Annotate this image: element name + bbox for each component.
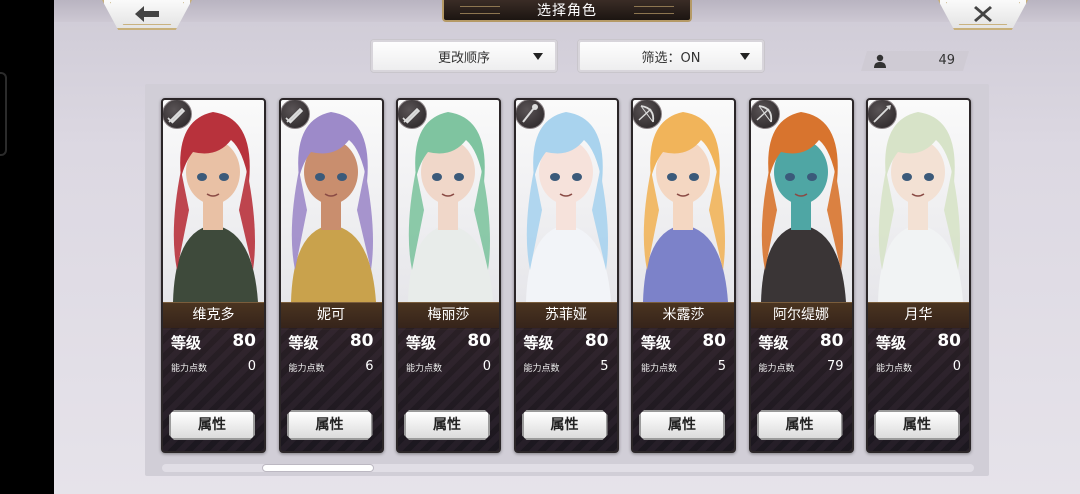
character-card[interactable]: 阿尔缇娜等级 80 能力点数 79 属性 <box>748 98 854 453</box>
character-portrait[interactable] <box>868 100 969 302</box>
scrollbar-thumb[interactable] <box>262 464 374 472</box>
character-count-badge: 49 <box>861 51 969 71</box>
attribute-button[interactable]: 属性 <box>757 410 843 440</box>
character-stats: 等级 80 能力点数 5 属性 <box>515 328 617 451</box>
back-button[interactable] <box>102 0 192 30</box>
ability-points-label: 能力点数 <box>876 364 913 374</box>
character-portrait[interactable] <box>280 100 382 302</box>
attribute-button[interactable]: 属性 <box>522 410 608 440</box>
close-button[interactable] <box>938 0 1028 30</box>
character-stats: 等级 80 能力点数 79 属性 <box>750 328 852 451</box>
ability-points-label: 能力点数 <box>641 364 678 374</box>
person-icon <box>873 54 887 68</box>
side-handle <box>0 72 7 156</box>
bow-icon <box>750 100 780 129</box>
level-label: 等级 <box>876 334 907 352</box>
character-card[interactable]: 苏菲娅等级 80 能力点数 5 属性 <box>513 98 619 453</box>
level-value: 80 <box>937 331 961 351</box>
character-portrait[interactable] <box>633 100 734 302</box>
level-value: 80 <box>349 331 374 351</box>
attribute-button[interactable]: 属性 <box>404 410 490 440</box>
staff-icon <box>515 100 545 129</box>
ability-points-value: 5 <box>600 359 609 374</box>
spear-icon <box>868 100 897 129</box>
horizontal-scrollbar[interactable] <box>162 464 974 472</box>
character-card[interactable]: 妮可等级 80 能力点数 6 属性 <box>278 98 384 453</box>
character-portrait[interactable] <box>398 100 499 302</box>
level-value: 80 <box>702 331 726 351</box>
attribute-button[interactable]: 属性 <box>169 410 255 440</box>
device-left-bezel <box>0 0 54 494</box>
level-value: 80 <box>819 331 844 351</box>
ability-points-value: 0 <box>482 359 491 374</box>
sword-icon <box>163 100 192 129</box>
level-label: 等级 <box>641 334 672 352</box>
character-portrait[interactable] <box>515 100 617 302</box>
level-label: 等级 <box>758 334 789 352</box>
character-card[interactable]: 梅丽莎等级 80 能力点数 0 属性 <box>396 98 501 453</box>
character-name: 梅丽莎 <box>398 302 499 330</box>
bow-icon <box>633 100 662 129</box>
close-x-icon <box>974 6 992 22</box>
character-stats: 等级 80 能力点数 5 属性 <box>633 328 734 451</box>
character-stats: 等级 80 能力点数 0 属性 <box>868 328 969 451</box>
ability-points-value: 79 <box>826 359 844 374</box>
level-label: 等级 <box>523 334 554 352</box>
character-name: 维克多 <box>163 302 264 330</box>
character-name: 妮可 <box>280 302 382 330</box>
sort-dropdown[interactable]: 更改顺序 <box>370 39 558 73</box>
attribute-button[interactable]: 属性 <box>639 410 725 440</box>
level-label: 等级 <box>288 334 319 352</box>
ability-points-value: 0 <box>247 359 256 374</box>
sort-dropdown-label: 更改顺序 <box>437 50 490 66</box>
level-value: 80 <box>232 331 256 351</box>
character-select-screen: 选择角色 更改顺序 筛选：ON 49 维克多等级 80 能力点数 0 属性 妮可等级 80 能… <box>54 0 1080 494</box>
attribute-button[interactable]: 属性 <box>287 410 373 440</box>
ability-points-label: 能力点数 <box>523 364 560 374</box>
character-count: 49 <box>938 53 955 68</box>
character-card[interactable]: 月华等级 80 能力点数 0 属性 <box>866 98 971 453</box>
character-stats: 等级 80 能力点数 0 属性 <box>398 328 499 451</box>
ability-points-label: 能力点数 <box>406 364 443 374</box>
filter-dropdown[interactable]: 筛选：ON <box>577 39 765 73</box>
character-name: 苏菲娅 <box>515 302 617 330</box>
level-label: 等级 <box>406 334 437 352</box>
character-name: 月华 <box>868 302 969 330</box>
level-value: 80 <box>467 331 491 351</box>
character-stats: 等级 80 能力点数 0 属性 <box>163 328 264 451</box>
arrow-left-icon <box>135 6 159 22</box>
chevron-down-icon <box>740 53 750 60</box>
ability-points-label: 能力点数 <box>758 364 795 374</box>
ability-points-value: 5 <box>717 359 726 374</box>
character-portrait[interactable] <box>750 100 852 302</box>
character-card[interactable]: 米露莎等级 80 能力点数 5 属性 <box>631 98 736 453</box>
sword-icon <box>280 100 310 129</box>
ability-points-value: 6 <box>365 359 374 374</box>
ability-points-value: 0 <box>952 359 961 374</box>
ability-points-label: 能力点数 <box>288 364 325 374</box>
character-portrait[interactable] <box>163 100 264 302</box>
ability-points-label: 能力点数 <box>171 364 208 374</box>
attribute-button[interactable]: 属性 <box>874 410 960 440</box>
character-stats: 等级 80 能力点数 6 属性 <box>280 328 382 451</box>
character-name: 米露莎 <box>633 302 734 330</box>
level-label: 等级 <box>171 334 202 352</box>
sword-icon <box>398 100 427 129</box>
character-card[interactable]: 维克多等级 80 能力点数 0 属性 <box>161 98 266 453</box>
level-value: 80 <box>584 331 609 351</box>
page-title: 选择角色 <box>442 0 692 22</box>
filter-dropdown-label: 筛选：ON <box>641 50 701 66</box>
chevron-down-icon <box>533 53 543 60</box>
character-name: 阿尔缇娜 <box>750 302 852 330</box>
